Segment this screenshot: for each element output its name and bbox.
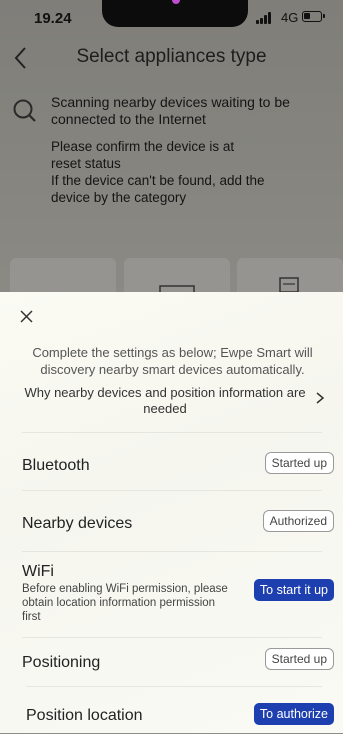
row-label: Position location [26, 707, 143, 724]
permission-row-bluetooth: Bluetooth Started up [22, 432, 334, 491]
position-location-authorize-button[interactable]: To authorize [253, 703, 334, 725]
close-icon[interactable] [18, 308, 38, 328]
status-bar: 19.24 4G [0, 0, 343, 34]
scan-status-text: Scanning nearby devices waiting to be co… [51, 94, 290, 127]
chevron-right-icon [316, 392, 325, 404]
battery-icon [302, 11, 325, 22]
positioning-status-button[interactable]: Started up [264, 648, 334, 670]
row-description: Before enabling WiFi permission, please … [22, 583, 228, 623]
sheet-intro: Complete the settings as below; Ewpe Sma… [32, 345, 313, 377]
bluetooth-status-button[interactable]: Started up [264, 452, 334, 474]
permission-row-wifi: WiFi Before enabling WiFi permission, pl… [22, 551, 334, 638]
row-label: Positioning [22, 654, 101, 671]
search-icon [13, 99, 36, 122]
permission-row-position-location: Position location To authorize [26, 686, 334, 734]
permission-row-nearby-devices: Nearby devices Authorized [22, 490, 334, 552]
row-label: WiFi [22, 563, 54, 580]
network-type: 4G [281, 10, 299, 25]
wifi-start-button[interactable]: To start it up [253, 579, 334, 601]
why-info-text: Why nearby devices and position informat… [24, 385, 306, 416]
background-screen: 19.24 4G Select appliances type Scanning… [0, 0, 343, 300]
why-info-link[interactable]: Why nearby devices and position informat… [20, 385, 325, 421]
page-title: Select appliances type [76, 46, 267, 67]
permissions-sheet: Complete the settings as below; Ewpe Sma… [0, 292, 343, 733]
privacy-indicator-icon [172, 0, 180, 4]
reset-instructions: Please confirm the device is at reset st… [51, 139, 265, 205]
row-label: Bluetooth [22, 457, 90, 474]
signal-icon [256, 12, 274, 24]
status-time: 19.24 [34, 10, 72, 27]
permission-row-positioning: Positioning Started up [22, 637, 334, 687]
nearby-devices-status-button[interactable]: Authorized [262, 510, 334, 532]
camera-notch [102, 0, 248, 27]
row-label: Nearby devices [22, 515, 133, 532]
